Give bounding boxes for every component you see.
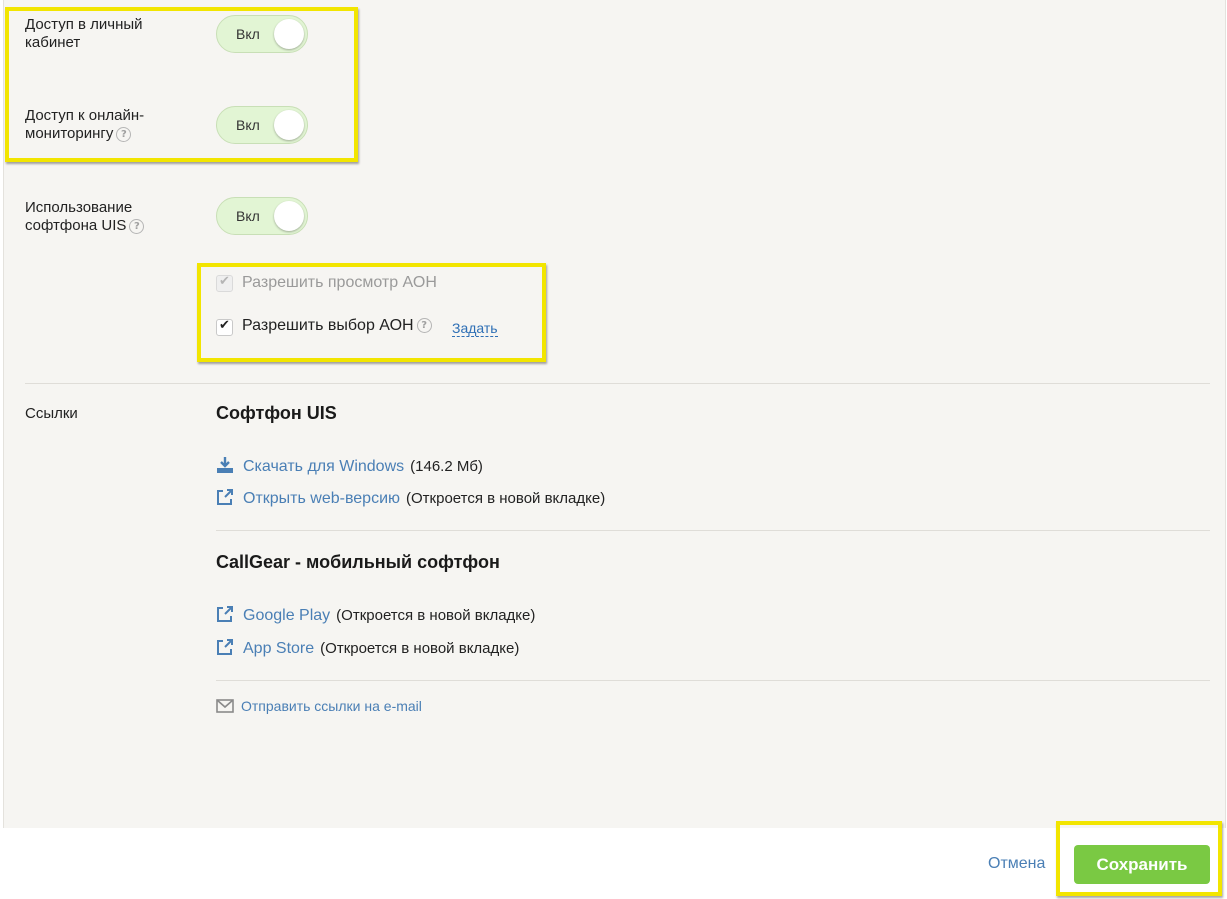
help-icon[interactable]: ?	[129, 218, 145, 234]
softphone-section-title: Софтфон UIS	[216, 403, 337, 423]
cancel-button[interactable]: Отмена	[988, 855, 1045, 873]
highlight-box-aon	[197, 263, 546, 362]
divider	[216, 680, 1210, 681]
google-play-link[interactable]: Google Play	[243, 607, 330, 624]
app-store-row: App Store (Откроется в новой вкладке)	[216, 638, 519, 659]
app-store-link[interactable]: App Store	[243, 640, 314, 657]
highlight-box-access	[5, 7, 358, 162]
external-link-icon	[217, 489, 233, 505]
highlight-box-save	[1056, 821, 1222, 896]
divider	[25, 383, 1210, 384]
download-size: (146.2 Мб)	[410, 458, 483, 475]
send-email-row: Отправить ссылки на e-mail	[216, 697, 422, 715]
app-store-note: (Откроется в новой вкладке)	[320, 640, 520, 657]
softphone-usage-label-line1: Использование	[25, 199, 133, 216]
mobile-softphone-section-title: CallGear - мобильный софтфон	[216, 552, 500, 572]
external-link-icon	[217, 606, 233, 622]
web-version-row: Открыть web-версию (Откроется в новой вкл…	[216, 488, 605, 509]
download-windows-link[interactable]: Скачать для Windows	[243, 458, 404, 475]
divider	[216, 530, 1210, 531]
send-email-link[interactable]: Отправить ссылки на e-mail	[241, 698, 422, 714]
download-icon	[217, 457, 233, 473]
google-play-note: (Откроется в новой вкладке)	[336, 607, 536, 624]
toggle-knob	[274, 201, 304, 231]
toggle-state-label: Вкл	[236, 208, 260, 224]
web-version-note: (Откроется в новой вкладке)	[406, 490, 606, 507]
web-version-link[interactable]: Открыть web-версию	[243, 490, 400, 507]
external-link-icon	[217, 639, 233, 655]
download-windows-row: Скачать для Windows (146.2 Мб)	[216, 456, 483, 477]
softphone-usage-label: Использование софтфона UIS?	[25, 199, 145, 235]
softphone-usage-toggle[interactable]: Вкл	[216, 197, 308, 235]
links-section-label: Ссылки	[25, 405, 78, 422]
envelope-icon	[216, 699, 234, 713]
softphone-usage-label-line2: софтфона UIS	[25, 217, 127, 234]
google-play-row: Google Play (Откроется в новой вкладке)	[216, 605, 535, 626]
